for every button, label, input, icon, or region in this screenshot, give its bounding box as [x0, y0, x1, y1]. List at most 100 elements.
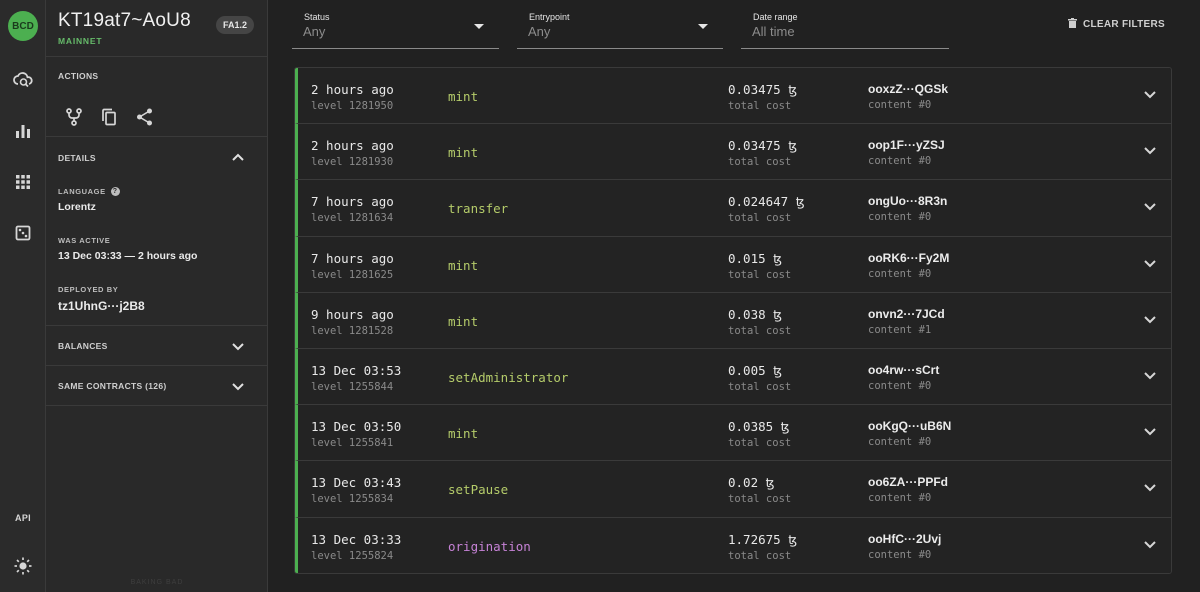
operation-hash-cell: oo4rw···sCrt content #0 [868, 363, 939, 392]
operation-cost: 0.005 ꜩ [728, 362, 783, 378]
expand-chevron-icon[interactable] [1143, 481, 1157, 495]
operation-row[interactable]: 2 hours ago level 1281950 mint 0.03475 ꜩ tot… [295, 68, 1171, 125]
operation-cost-label: total cost [728, 437, 792, 450]
operation-time: 13 Dec 03:33 [311, 531, 402, 547]
balances-section[interactable]: BALANCES [46, 326, 267, 366]
operation-cost: 0.03475 ꜩ [728, 138, 798, 154]
operation-row[interactable]: 2 hours ago level 1281930 mint 0.03475 ꜩ tot… [295, 124, 1171, 181]
operation-hash[interactable]: oo4rw···sCrt [868, 363, 939, 377]
expand-chevron-icon[interactable] [1143, 538, 1157, 552]
operation-time: 7 hours ago [311, 250, 394, 266]
chevron-down-icon[interactable] [231, 340, 245, 354]
operation-row[interactable]: 13 Dec 03:53 level 1255844 setAdministrato… [295, 348, 1171, 406]
operation-level: level 1281930 [311, 156, 394, 169]
active-field: WAS ACTIVE 13 Dec 03:33 — 2 hours ago [58, 236, 197, 262]
expand-chevron-icon[interactable] [1143, 144, 1157, 158]
operation-entrypoint: mint [448, 313, 479, 329]
operation-cost: 1.72675 ꜩ [728, 531, 798, 547]
bcd-logo[interactable]: BCD [8, 11, 38, 41]
operation-cost: 0.038 ꜩ [728, 306, 783, 322]
operation-row[interactable]: 13 Dec 03:33 level 1255824 origination 1.72… [295, 517, 1171, 573]
operation-hash[interactable]: ooHfC···2Uvj [868, 532, 941, 546]
operation-row[interactable]: 9 hours ago level 1281528 mint 0.038 ꜩ total… [295, 292, 1171, 349]
operation-cost: 0.03475 ꜩ [728, 82, 798, 97]
actions-header: ACTIONS [58, 71, 99, 81]
operation-hash-cell: oop1F···yZSJ content #0 [868, 138, 945, 167]
operation-level: level 1281634 [311, 212, 394, 225]
standard-badge: FA1.2 [215, 16, 254, 34]
chevron-up-icon[interactable] [231, 150, 245, 164]
operation-hash[interactable]: ooxzZ···QGSk [868, 82, 948, 96]
same-contracts-header[interactable]: SAME CONTRACTS (126) [58, 381, 255, 391]
balances-header[interactable]: BALANCES [58, 341, 255, 351]
operation-time: 9 hours ago [311, 306, 394, 322]
dropdown-arrow-icon[interactable] [698, 24, 708, 29]
operation-content: content #0 [868, 379, 932, 392]
status-select[interactable]: Status Any [292, 12, 499, 49]
operation-row[interactable]: 7 hours ago level 1281634 transfer 0.024647… [295, 180, 1171, 237]
expand-chevron-icon[interactable] [1143, 200, 1157, 214]
operation-hash[interactable]: ooKgQ···uB6N [868, 419, 951, 433]
contract-header: KT19at7~AoU8 MAINNET FA1.2 [46, 0, 267, 57]
deployer-address[interactable]: tz1UhnG···j2B8 [58, 299, 145, 313]
operation-level: level 1255844 [311, 380, 394, 393]
expand-chevron-icon[interactable] [1143, 425, 1157, 439]
date-range-input[interactable]: Date range All time [741, 12, 949, 49]
operation-content: content #0 [868, 492, 932, 505]
operation-cost-cell: 1.72675 ꜩ total cost [728, 532, 797, 562]
chevron-down-icon[interactable] [231, 380, 245, 394]
language-value: Lorentz [58, 201, 96, 213]
dice-icon[interactable] [13, 223, 33, 243]
apps-grid-icon[interactable] [13, 172, 33, 192]
operation-row[interactable]: 13 Dec 03:43 level 1255834 setPause 0.02 ꜩ t… [295, 461, 1171, 518]
operation-time-cell: 9 hours ago level 1281528 [311, 307, 394, 337]
sun-icon[interactable] [13, 556, 33, 576]
api-link[interactable]: API [0, 513, 46, 523]
operation-content: content #0 [868, 211, 932, 224]
operation-hash-cell: oo6ZA···PPFd content #0 [868, 475, 948, 504]
entrypoint-select[interactable]: Entrypoint Any [517, 12, 723, 49]
operation-entrypoint: mint [448, 257, 479, 273]
dropdown-arrow-icon[interactable] [474, 24, 484, 29]
operation-row[interactable]: 7 hours ago level 1281625 mint 0.015 ꜩ total… [295, 236, 1171, 293]
operation-entrypoint: mint [448, 426, 479, 442]
operation-content: content #0 [868, 267, 932, 280]
details-header[interactable]: DETAILS [58, 153, 255, 163]
operation-hash[interactable]: ooRK6···Fy2M [868, 251, 949, 265]
operation-cost-cell: 0.03475 ꜩ total cost [728, 82, 797, 112]
operation-hash[interactable]: oo6ZA···PPFd [868, 475, 948, 489]
operation-level: level 1281950 [311, 100, 394, 112]
expand-chevron-icon[interactable] [1143, 313, 1157, 327]
operation-cost: 0.02 ꜩ [728, 475, 775, 491]
clear-filters-button[interactable]: CLEAR FILTERS [1067, 18, 1165, 31]
expand-chevron-icon[interactable] [1143, 88, 1157, 102]
operation-cost-label: total cost [728, 212, 792, 225]
operation-hash[interactable]: onvn2···7JCd [868, 307, 945, 321]
share-icon[interactable] [134, 107, 154, 127]
action-icons [64, 107, 154, 127]
operation-cost-label: total cost [728, 549, 792, 562]
operation-entrypoint: mint [448, 145, 479, 161]
date-range-value: All time [752, 24, 795, 39]
operation-level: level 1281625 [311, 268, 394, 281]
operation-row[interactable]: 13 Dec 03:50 level 1255841 mint 0.0385 ꜩ tot… [295, 405, 1171, 462]
operation-level: level 1281528 [311, 324, 394, 337]
filter-bar: Status Any Entrypoint Any Date range All… [268, 0, 1200, 60]
help-icon[interactable]: ? [110, 187, 120, 196]
operation-content: content #0 [868, 548, 932, 561]
expand-chevron-icon[interactable] [1143, 369, 1157, 383]
operation-time-cell: 7 hours ago level 1281625 [311, 251, 394, 281]
operation-time: 2 hours ago [311, 138, 394, 154]
fork-icon[interactable] [64, 107, 84, 127]
operation-time-cell: 2 hours ago level 1281930 [311, 138, 394, 168]
copy-icon[interactable] [99, 107, 119, 127]
cloud-search-icon[interactable] [13, 70, 33, 90]
expand-chevron-icon[interactable] [1143, 257, 1157, 271]
operation-hash[interactable]: ongUo···8R3n [868, 194, 947, 208]
operation-content: content #1 [868, 323, 932, 336]
same-contracts-section[interactable]: SAME CONTRACTS (126) [46, 366, 267, 406]
bar-chart-icon[interactable] [13, 121, 33, 141]
operation-cost-cell: 0.024647 ꜩ total cost [728, 194, 805, 224]
operation-cost-cell: 0.0385 ꜩ total cost [728, 419, 791, 449]
operation-hash[interactable]: oop1F···yZSJ [868, 138, 945, 152]
